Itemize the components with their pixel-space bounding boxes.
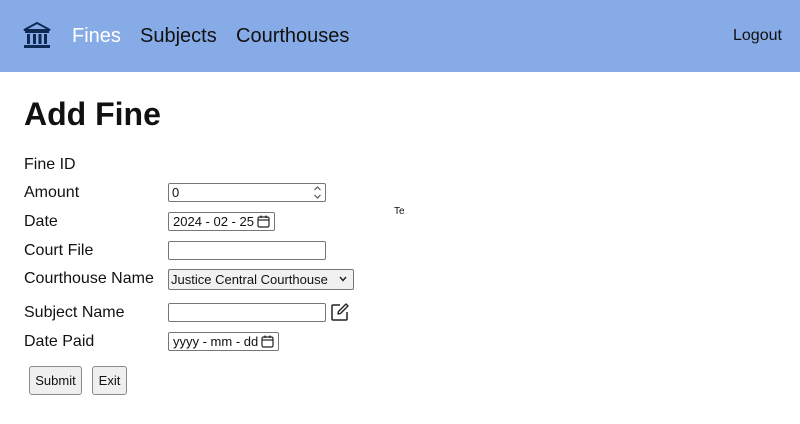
courthouse-name-label: Courthouse Name [24,270,154,287]
amount-label: Amount [24,184,80,201]
logout-link[interactable]: Logout [733,27,782,45]
date-paid-label: Date Paid [24,333,95,350]
navbar: Fines Subjects Courthouses Logout [0,0,800,72]
edit-icon[interactable] [330,302,350,322]
date-value: 2024 - 02 - 25 [173,214,254,229]
court-file-input[interactable] [168,241,326,260]
calendar-icon[interactable] [261,335,274,348]
date-label: Date [24,213,58,230]
chevron-down-icon [339,276,347,282]
date-paid-value: yyyy - mm - dd [173,334,259,349]
courthouse-select[interactable]: Justice Central Courthouse [168,269,354,290]
court-file-label: Court File [24,242,94,259]
courthouse-selected-value: Justice Central Courthouse [171,272,328,287]
nav-link-fines[interactable]: Fines [72,24,121,48]
date-paid-input[interactable]: yyyy - mm - dd [168,332,279,351]
calendar-icon[interactable] [257,215,270,228]
submit-button[interactable]: Submit [29,366,82,395]
nav-link-courthouses[interactable]: Courthouses [236,24,349,48]
fine-id-label: Fine ID [24,156,76,173]
bank-icon[interactable] [22,21,52,51]
amount-value: 0 [172,185,180,200]
date-input[interactable]: 2024 - 02 - 25 [168,212,275,231]
page-title: Add Fine [24,96,161,132]
subject-name-label: Subject Name [24,304,125,321]
nav-link-subjects[interactable]: Subjects [140,24,217,48]
spinner-arrows-icon[interactable] [313,185,322,200]
subject-name-input[interactable] [168,303,326,322]
exit-button[interactable]: Exit [92,366,127,395]
stray-text: Te [394,206,405,217]
amount-input[interactable]: 0 [168,183,326,202]
